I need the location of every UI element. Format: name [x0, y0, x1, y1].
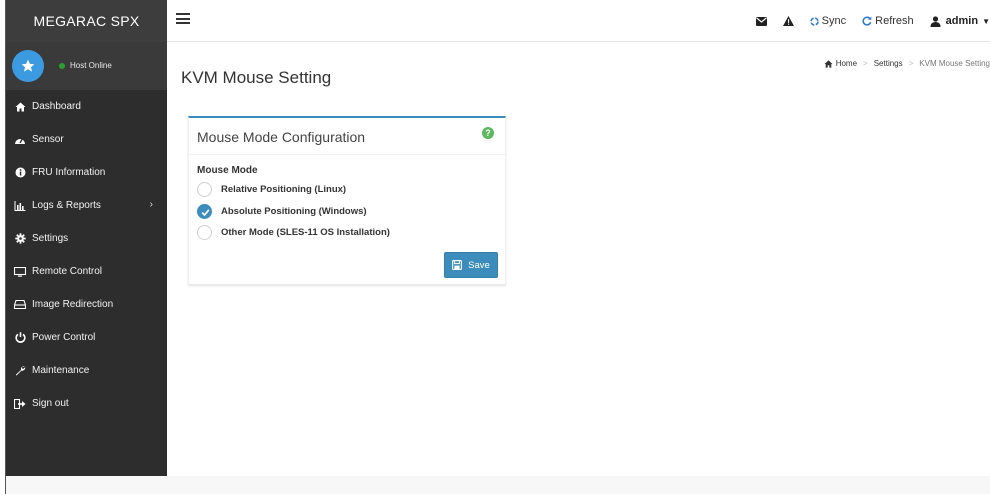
page-title: KVM Mouse Setting	[181, 68, 332, 87]
sync-icon	[809, 16, 819, 26]
breadcrumb-settings-link[interactable]: Settings	[874, 59, 903, 68]
sidebar-item-sign-out[interactable]: Sign out	[6, 387, 167, 420]
avatar	[12, 50, 44, 82]
dashboard-icon	[14, 134, 26, 146]
radio-button[interactable]	[197, 181, 212, 197]
drive-icon	[14, 299, 26, 311]
sidebar-item-label: FRU Information	[32, 167, 106, 178]
breadcrumb-separator: >	[908, 59, 914, 68]
chevron-right-icon: ›	[149, 199, 153, 210]
sidebar-item-label: Power Control	[32, 332, 96, 343]
status-dot-icon	[59, 62, 65, 69]
checkmark-icon	[201, 208, 210, 216]
warning-icon	[782, 16, 794, 26]
radio-relative-positioning[interactable]: Relative Positioning (Linux)	[197, 181, 346, 197]
radio-button-checked[interactable]	[197, 203, 212, 219]
sidebar-item-label: Settings	[32, 233, 69, 244]
breadcrumb-separator: >	[863, 59, 868, 68]
wrench-icon	[14, 365, 26, 377]
breadcrumb-current: KVM Mouse Setting	[919, 59, 990, 68]
user-icon	[930, 15, 941, 27]
gear-icon	[14, 233, 26, 245]
sidebar-item-remote-control[interactable]: Remote Control	[6, 255, 167, 288]
envelope-icon	[755, 16, 767, 26]
help-icon[interactable]: ?	[482, 127, 494, 139]
refresh-label: Refresh	[875, 15, 914, 27]
header-divider	[167, 41, 990, 42]
sync-label: Sync	[821, 15, 847, 27]
radio-button[interactable]	[197, 224, 212, 240]
save-button[interactable]: Save	[444, 252, 498, 278]
radio-label: Relative Positioning (Linux)	[221, 183, 347, 195]
messages-button[interactable]	[755, 16, 767, 26]
sidebar-item-label: Logs & Reports	[32, 200, 101, 211]
radio-absolute-positioning[interactable]: Absolute Positioning (Windows)	[197, 203, 367, 219]
info-icon	[14, 167, 26, 179]
sidebar-item-fru-information[interactable]: FRU Information	[6, 156, 167, 189]
refresh-icon	[862, 16, 872, 26]
footer-strip	[6, 476, 990, 494]
sidebar: Host Online Dashboard Sensor FRU Informa…	[6, 42, 167, 476]
sidebar-item-power-control[interactable]: Power Control	[6, 321, 167, 354]
refresh-button[interactable]: Refresh	[862, 15, 914, 27]
sidebar-item-label: Sensor	[32, 134, 64, 145]
save-button-label: Save	[468, 259, 490, 271]
sidebar-nav: Dashboard Sensor FRU Information Logs & …	[6, 90, 167, 420]
host-status-panel: Host Online	[6, 42, 167, 90]
star-icon	[21, 59, 35, 72]
sidebar-item-logs-reports[interactable]: Logs & Reports ›	[6, 189, 167, 222]
home-icon	[824, 59, 833, 68]
sidebar-item-maintenance[interactable]: Maintenance	[6, 354, 167, 387]
header-toolbar: Sync Refresh admin ▼	[740, 0, 990, 42]
sidebar-item-label: Remote Control	[32, 266, 103, 277]
sidebar-item-label: Maintenance	[32, 365, 90, 376]
sidebar-item-settings[interactable]: Settings	[6, 222, 167, 255]
app-window: MEGARAC SPX Sync Refresh admin ▼ Host On…	[0, 0, 990, 494]
home-icon	[14, 101, 26, 113]
monitor-icon	[14, 266, 26, 278]
card-title: Mouse Mode Configuration	[197, 129, 366, 145]
brand-logo[interactable]: MEGARAC SPX	[6, 0, 167, 42]
breadcrumb: Home > Settings > KVM Mouse Setting	[824, 59, 990, 68]
radio-other-mode[interactable]: Other Mode (SLES-11 OS Installation)	[197, 224, 390, 240]
floppy-disk-icon	[452, 260, 463, 270]
menu-toggle-icon[interactable]	[176, 13, 190, 24]
bar-chart-icon	[14, 200, 26, 212]
sidebar-item-label: Image Redirection	[32, 299, 114, 310]
sidebar-item-sensor[interactable]: Sensor	[6, 123, 167, 156]
sidebar-item-image-redirection[interactable]: Image Redirection	[6, 288, 167, 321]
sidebar-item-label: Sign out	[32, 398, 69, 409]
host-status: Host Online	[59, 61, 112, 70]
mouse-mode-card: Mouse Mode Configuration ? Mouse Mode Re…	[188, 116, 506, 285]
radio-label: Absolute Positioning (Windows)	[221, 205, 367, 217]
top-header: MEGARAC SPX Sync Refresh admin ▼	[6, 0, 990, 42]
power-icon	[14, 332, 26, 344]
card-divider	[189, 154, 505, 155]
sidebar-item-dashboard[interactable]: Dashboard	[6, 90, 167, 123]
mouse-mode-label: Mouse Mode	[197, 165, 258, 176]
user-name: admin	[945, 15, 979, 27]
chevron-down-icon: ▼	[982, 16, 990, 26]
host-status-label: Host Online	[70, 61, 112, 70]
sign-out-icon	[14, 398, 26, 410]
radio-label: Other Mode (SLES-11 OS Installation)	[221, 226, 390, 238]
breadcrumb-home-link[interactable]: Home	[836, 59, 857, 68]
user-menu[interactable]: admin ▼	[930, 15, 990, 27]
alerts-button[interactable]	[782, 16, 794, 26]
sync-button[interactable]: Sync	[809, 15, 847, 27]
sidebar-item-label: Dashboard	[32, 101, 81, 112]
